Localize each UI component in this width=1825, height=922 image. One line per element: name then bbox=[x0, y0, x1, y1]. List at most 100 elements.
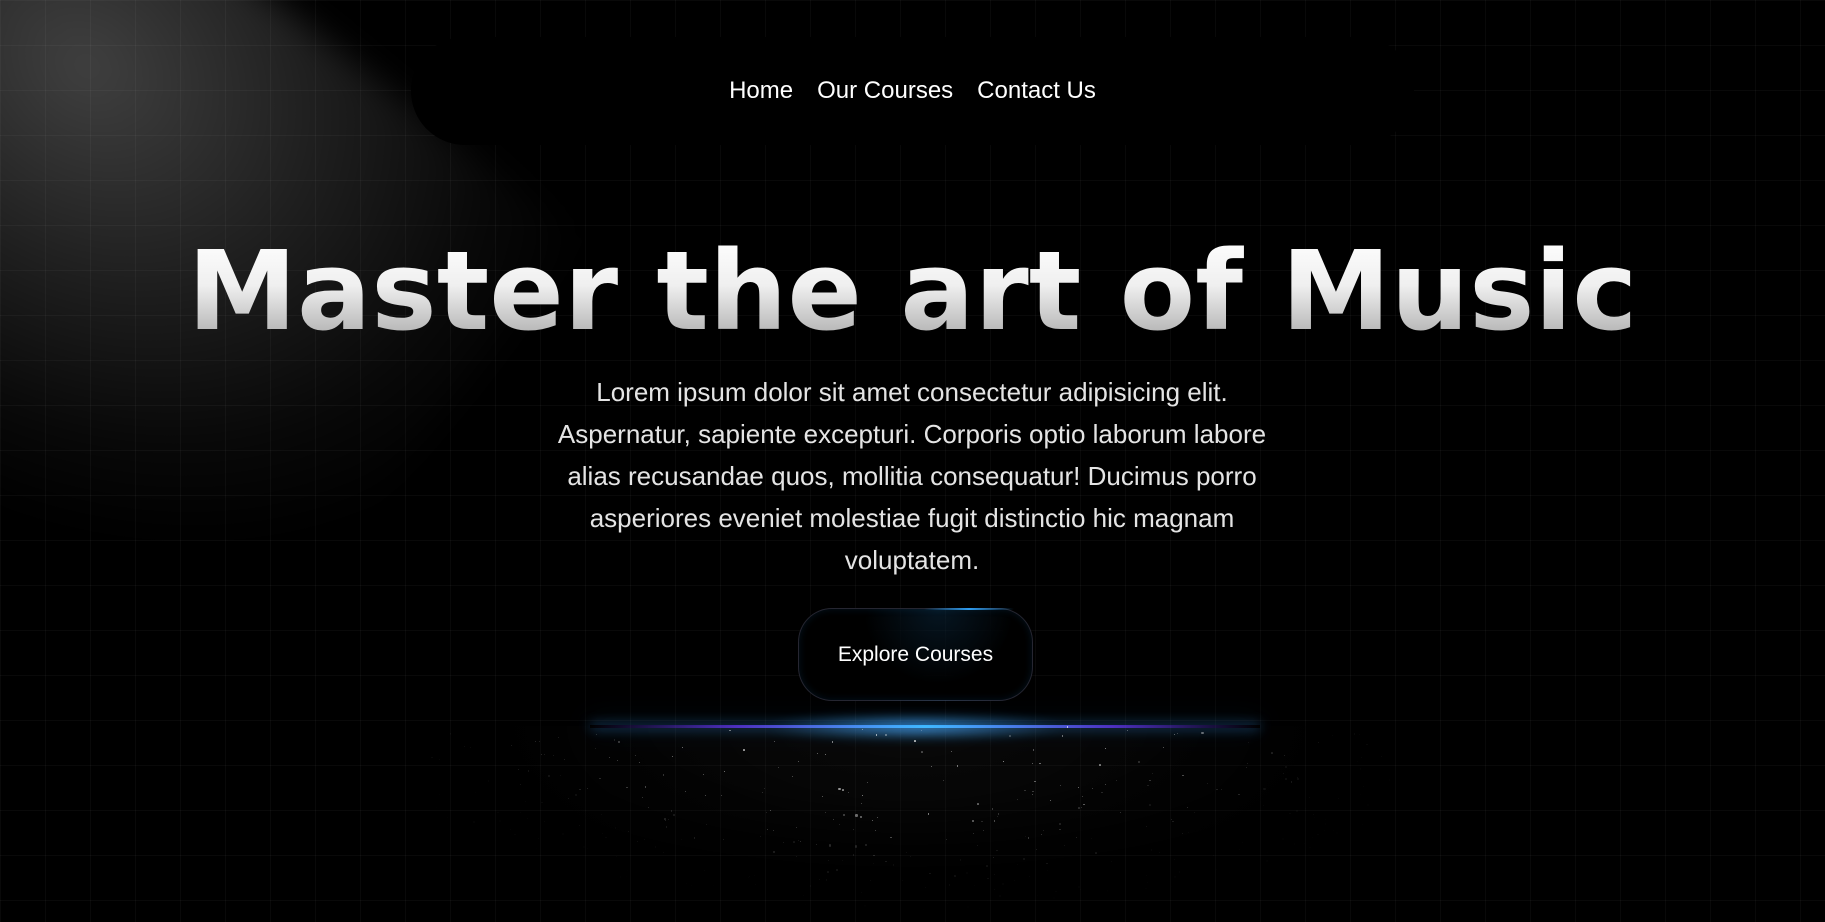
sparkle bbox=[1059, 828, 1061, 830]
sparkle bbox=[1372, 906, 1374, 908]
sparkle bbox=[1194, 912, 1196, 915]
sparkle bbox=[1309, 796, 1311, 798]
sparkle bbox=[511, 745, 513, 747]
sparkle bbox=[927, 813, 930, 815]
sparkle bbox=[1245, 889, 1247, 891]
sparkle bbox=[637, 841, 639, 843]
sparkle bbox=[483, 851, 486, 853]
sparkle bbox=[473, 821, 475, 823]
sparkle bbox=[861, 891, 863, 893]
sparkle bbox=[865, 844, 868, 847]
sparkle bbox=[890, 836, 892, 839]
sparkle bbox=[1146, 826, 1148, 828]
sparkle bbox=[495, 869, 497, 871]
sparkle bbox=[1238, 849, 1240, 851]
sparkle bbox=[875, 829, 876, 831]
sparkle bbox=[607, 917, 609, 919]
sparkle bbox=[1317, 833, 1319, 836]
sparkle bbox=[987, 900, 989, 901]
sparkle bbox=[1145, 887, 1147, 890]
sparkle bbox=[570, 885, 572, 887]
sparkle bbox=[1304, 854, 1307, 857]
sparkle bbox=[1247, 877, 1249, 879]
sparkle bbox=[536, 847, 538, 849]
sparkle bbox=[971, 819, 974, 822]
sparkle bbox=[600, 813, 602, 815]
sparkle bbox=[950, 750, 953, 752]
landing-page: Home Our Courses Contact Us Master the a… bbox=[0, 0, 1825, 922]
sparkle bbox=[1042, 829, 1044, 831]
sparkle bbox=[740, 901, 743, 904]
sparkle bbox=[464, 746, 465, 748]
sparkle bbox=[1359, 793, 1361, 795]
sparkle bbox=[873, 854, 875, 857]
sparkle bbox=[836, 869, 838, 871]
sparkle bbox=[1053, 897, 1056, 900]
sparkle bbox=[1304, 898, 1306, 900]
sparkle bbox=[584, 910, 586, 912]
nav-contact-link[interactable]: Contact Us bbox=[977, 79, 1096, 103]
sparkle bbox=[1283, 772, 1285, 774]
explore-courses-button[interactable]: Explore Courses bbox=[798, 608, 1033, 701]
sparkle bbox=[1016, 864, 1018, 865]
sparkle bbox=[1014, 879, 1016, 881]
sparkle bbox=[978, 907, 980, 909]
sparkle bbox=[1271, 752, 1273, 754]
sparkle bbox=[1066, 726, 1069, 728]
sparkle bbox=[1359, 768, 1361, 770]
sparkle bbox=[541, 801, 543, 804]
sparkle bbox=[796, 855, 798, 857]
sparkle bbox=[713, 884, 715, 886]
sparkle bbox=[929, 872, 931, 874]
sparkle bbox=[977, 845, 979, 847]
sparkle bbox=[772, 829, 775, 832]
nav-courses-link[interactable]: Our Courses bbox=[817, 79, 953, 103]
sparkle bbox=[914, 740, 916, 742]
sparkle bbox=[641, 796, 643, 798]
sparkle bbox=[486, 857, 488, 859]
sparkle bbox=[945, 839, 947, 841]
sparkle bbox=[1351, 837, 1353, 839]
sparkle bbox=[703, 870, 705, 872]
sparkle bbox=[613, 739, 616, 741]
sparkle bbox=[1284, 765, 1288, 768]
sparkle bbox=[1375, 920, 1377, 921]
sparkle bbox=[654, 846, 656, 848]
sparkle bbox=[997, 816, 999, 818]
sparkle bbox=[732, 889, 734, 891]
sparkle bbox=[847, 916, 851, 919]
sparkle bbox=[1039, 762, 1041, 765]
sparkle bbox=[1002, 883, 1004, 885]
sparkle bbox=[760, 918, 762, 920]
sparkle bbox=[615, 855, 618, 858]
sparkle bbox=[997, 813, 1000, 815]
sparkle bbox=[672, 814, 675, 817]
sparkle bbox=[1267, 852, 1269, 853]
sparkle bbox=[689, 919, 691, 921]
sparkle bbox=[1055, 890, 1057, 893]
sparkle bbox=[1293, 843, 1296, 845]
sparkle bbox=[1111, 860, 1112, 862]
sparkle bbox=[1132, 919, 1135, 922]
sparkle bbox=[839, 824, 841, 825]
sparkle bbox=[483, 871, 485, 873]
sparkle bbox=[1264, 910, 1266, 912]
sparkle bbox=[1290, 781, 1293, 783]
sparkle bbox=[552, 754, 554, 757]
sparkle bbox=[1047, 870, 1048, 871]
sparkle bbox=[614, 827, 617, 829]
sparkle bbox=[1063, 845, 1065, 847]
top-navigation: Home Our Courses Contact Us bbox=[411, 37, 1414, 145]
sparkle bbox=[705, 823, 707, 825]
sparkle bbox=[1212, 895, 1214, 897]
sparkle bbox=[1303, 842, 1305, 844]
sparkle bbox=[1193, 811, 1196, 813]
nav-home-link[interactable]: Home bbox=[729, 79, 793, 103]
sparkle bbox=[828, 859, 830, 861]
sparkle bbox=[876, 816, 879, 819]
sparkle bbox=[557, 736, 560, 738]
sparkle bbox=[518, 768, 519, 770]
sparkle bbox=[1323, 829, 1326, 831]
sparkle bbox=[777, 902, 779, 904]
sparkle bbox=[848, 792, 850, 793]
